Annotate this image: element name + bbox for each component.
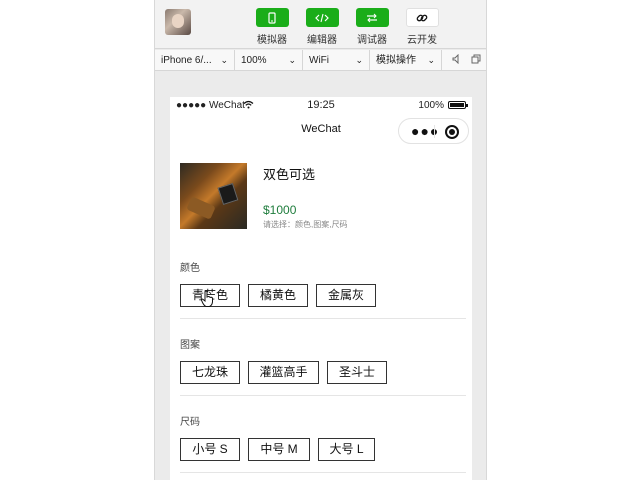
operation-select-value: 模拟操作 — [376, 55, 416, 66]
volume-icon[interactable] — [452, 53, 462, 67]
hand-cursor-icon — [200, 290, 213, 307]
cloud-tool-button[interactable]: 云开发 — [404, 8, 440, 46]
navigation-bar: WeChat ●●● — [170, 114, 472, 147]
product-image-detail — [186, 196, 216, 220]
section-title: 颜色 — [180, 263, 200, 274]
cloud-tool-label: 云开发 — [407, 35, 437, 46]
device-select-value: iPhone 6/... — [161, 55, 212, 66]
size-section: 尺码 小号 S 中号 M 大号 L — [180, 413, 466, 465]
selection-hint: 请选择：颜色,图案,尺码 — [263, 220, 348, 229]
code-icon — [305, 8, 339, 27]
option-button[interactable]: 大号 L — [318, 438, 375, 461]
section-divider — [180, 395, 466, 396]
section-title: 尺码 — [180, 417, 200, 428]
debug-icon — [355, 8, 389, 27]
phone-screen: ●●●●● WeChat 19:25 100% WeChat ●●● 双色可选 … — [170, 97, 472, 480]
pattern-section: 图案 七龙珠 灌篮高手 圣斗士 — [180, 336, 466, 388]
option-button[interactable]: 灌篮高手 — [248, 361, 319, 384]
more-menu-icon[interactable]: ●●● — [411, 124, 439, 138]
device-bar: iPhone 6/... ⌄ 100% ⌄ WiFi ⌄ 模拟操作 ⌄ — [155, 50, 486, 71]
window-icon[interactable] — [471, 54, 481, 67]
color-section: 颜色 青芒色 橘黄色 金属灰 — [180, 259, 466, 311]
simulator-tool-label: 模拟器 — [257, 35, 287, 46]
pattern-options: 七龙珠 灌篮高手 圣斗士 — [180, 361, 466, 385]
section-divider — [180, 318, 466, 319]
zoom-select[interactable]: 100% ⌄ — [235, 50, 303, 71]
user-avatar[interactable] — [165, 9, 191, 35]
chevron-down-icon: ⌄ — [288, 55, 296, 65]
network-select[interactable]: WiFi ⌄ — [303, 50, 370, 71]
editor-tool-label: 编辑器 — [307, 35, 337, 46]
debugger-tool-button[interactable]: 调试器 — [354, 8, 390, 46]
color-options: 青芒色 橘黄色 金属灰 — [180, 284, 466, 308]
debugger-tool-label: 调试器 — [357, 35, 387, 46]
menu-capsule: ●●● — [398, 118, 469, 144]
option-button[interactable]: 七龙珠 — [180, 361, 240, 384]
option-button[interactable]: 橘黄色 — [248, 284, 308, 307]
operation-select[interactable]: 模拟操作 ⌄ — [370, 50, 442, 71]
zoom-select-value: 100% — [241, 55, 267, 66]
capsule-divider — [434, 125, 435, 138]
devtools-toolbar: 模拟器 编辑器 调试器 云开发 — [155, 0, 486, 49]
size-options: 小号 S 中号 M 大号 L — [180, 438, 466, 462]
editor-tool-button[interactable]: 编辑器 — [304, 8, 340, 46]
cloud-link-icon — [405, 8, 439, 27]
product-summary: 双色可选 $1000 请选择：颜色,图案,尺码 — [170, 147, 472, 245]
simulator-window: 模拟器 编辑器 调试器 云开发 iPhone 6/... ⌄ 100% ⌄ Wi… — [154, 0, 487, 480]
product-name: 双色可选 — [263, 167, 316, 182]
product-image-detail — [217, 182, 239, 206]
device-select[interactable]: iPhone 6/... ⌄ — [155, 50, 235, 71]
option-button[interactable]: 圣斗士 — [327, 361, 387, 384]
section-title: 图案 — [180, 340, 200, 351]
simulator-tool-button[interactable]: 模拟器 — [254, 8, 290, 46]
close-miniprogram-icon[interactable] — [445, 125, 459, 139]
phone-icon — [255, 8, 289, 27]
chevron-down-icon: ⌄ — [355, 55, 363, 65]
product-image — [180, 163, 247, 229]
option-button[interactable]: 中号 M — [248, 438, 310, 461]
option-button[interactable]: 金属灰 — [316, 284, 376, 307]
network-select-value: WiFi — [309, 55, 329, 66]
chevron-down-icon: ⌄ — [220, 55, 228, 65]
battery-icon — [448, 101, 468, 109]
battery-percent: 100% — [418, 100, 444, 111]
section-divider — [180, 472, 466, 473]
status-bar: ●●●●● WeChat 19:25 100% — [170, 97, 472, 114]
chevron-down-icon: ⌄ — [427, 55, 435, 65]
option-button[interactable]: 小号 S — [180, 438, 240, 461]
product-price: $1000 — [263, 203, 297, 217]
